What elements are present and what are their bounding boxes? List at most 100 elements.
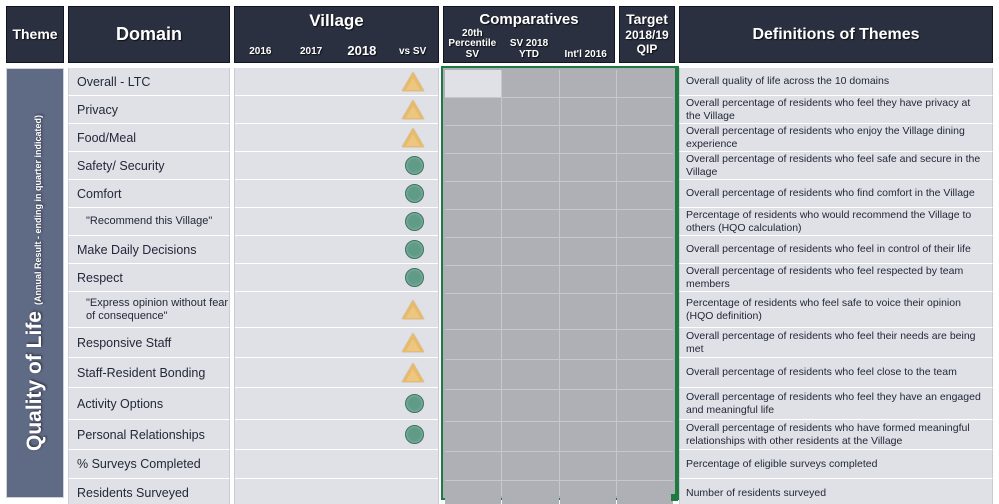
comparative-cell[interactable]	[502, 452, 559, 481]
village-cell[interactable]	[235, 358, 438, 388]
comparative-cell[interactable]	[616, 452, 673, 481]
header-target[interactable]: Target 2018/19 QIP	[619, 6, 675, 63]
definition-cell[interactable]: Overall percentage of residents who feel…	[679, 236, 993, 264]
comparative-cell[interactable]	[616, 210, 673, 238]
header-village-2018[interactable]: 2018	[337, 43, 388, 62]
village-cell[interactable]	[235, 68, 438, 96]
header-domain[interactable]: Domain	[68, 6, 230, 63]
village-cell[interactable]	[235, 264, 438, 292]
comparative-cell[interactable]	[559, 126, 616, 154]
comparative-cell[interactable]	[559, 481, 616, 504]
comparative-cell[interactable]	[616, 98, 673, 126]
definition-cell[interactable]: Overall percentage of residents who feel…	[679, 264, 993, 292]
comparative-cell[interactable]	[616, 390, 673, 422]
comparatives-target-selection[interactable]	[441, 66, 678, 504]
comparative-cell[interactable]	[502, 481, 559, 504]
village-cell[interactable]	[235, 388, 438, 420]
header-theme[interactable]: Theme	[6, 6, 64, 63]
comparative-cell[interactable]	[445, 360, 502, 390]
header-village-2016[interactable]: 2016	[235, 46, 286, 62]
definition-cell[interactable]: Overall percentage of residents who feel…	[679, 388, 993, 420]
domain-cell[interactable]: Safety/ Security	[68, 152, 230, 180]
comparative-cell[interactable]	[502, 70, 559, 98]
comparative-cell[interactable]	[445, 154, 502, 182]
domain-cell[interactable]: Respect	[68, 264, 230, 292]
comparative-cell[interactable]	[502, 238, 559, 266]
definition-cell[interactable]: Number of residents surveyed	[679, 479, 993, 504]
comparative-cell[interactable]	[616, 238, 673, 266]
comparative-cell[interactable]	[502, 266, 559, 294]
comparative-cell[interactable]	[445, 70, 502, 98]
header-comp-intl-2016[interactable]: Int'l 2016	[557, 49, 614, 65]
domain-cell[interactable]: Privacy	[68, 96, 230, 124]
comparative-cell[interactable]	[559, 422, 616, 452]
village-cell[interactable]	[235, 124, 438, 152]
comparative-cell[interactable]	[502, 390, 559, 422]
comparative-cell[interactable]	[445, 422, 502, 452]
header-village[interactable]: Village 2016 2017 2018 vs SV	[234, 6, 439, 63]
header-comp-20th-percentile-sv[interactable]: 20th Percentile SV	[444, 28, 501, 65]
domain-cell[interactable]: Make Daily Decisions	[68, 236, 230, 264]
comparative-cell[interactable]	[616, 154, 673, 182]
comparative-cell[interactable]	[616, 422, 673, 452]
village-cell[interactable]	[235, 450, 438, 479]
definition-cell[interactable]: Percentage of eligible surveys completed	[679, 450, 993, 479]
comparative-cell[interactable]	[502, 126, 559, 154]
definition-cell[interactable]: Overall percentage of residents who find…	[679, 180, 993, 208]
definition-cell[interactable]: Percentage of residents who feel safe to…	[679, 292, 993, 328]
village-cell[interactable]	[235, 208, 438, 236]
village-cell[interactable]	[235, 479, 438, 504]
domain-cell[interactable]: % Surveys Completed	[68, 450, 230, 479]
comparative-cell[interactable]	[616, 360, 673, 390]
definition-cell[interactable]: Overall quality of life across the 10 do…	[679, 68, 993, 96]
domain-cell[interactable]: "Recommend this Village"	[68, 208, 230, 236]
comparative-cell[interactable]	[559, 266, 616, 294]
header-village-2017[interactable]: 2017	[286, 46, 337, 62]
comparative-cell[interactable]	[445, 390, 502, 422]
comparative-cell[interactable]	[616, 266, 673, 294]
header-definitions[interactable]: Definitions of Themes	[679, 6, 993, 63]
comparative-cell[interactable]	[445, 294, 502, 330]
comparative-cell[interactable]	[559, 452, 616, 481]
domain-cell[interactable]: Food/Meal	[68, 124, 230, 152]
domain-cell[interactable]: Staff-Resident Bonding	[68, 358, 230, 388]
comparative-cell[interactable]	[559, 390, 616, 422]
domain-cell[interactable]: "Express opinion without fear of consequ…	[68, 292, 230, 328]
domain-cell[interactable]: Residents Surveyed	[68, 479, 230, 504]
comparative-cell[interactable]	[445, 182, 502, 210]
domain-cell[interactable]: Responsive Staff	[68, 328, 230, 358]
village-cell[interactable]	[235, 328, 438, 358]
comparative-cell[interactable]	[502, 182, 559, 210]
definition-cell[interactable]: Overall percentage of residents who enjo…	[679, 124, 993, 152]
comparative-cell[interactable]	[616, 481, 673, 504]
comparative-cell[interactable]	[559, 98, 616, 126]
comparative-cell[interactable]	[559, 330, 616, 360]
comparative-cell[interactable]	[616, 126, 673, 154]
comparative-cell[interactable]	[445, 330, 502, 360]
comparative-cell[interactable]	[559, 182, 616, 210]
comparative-cell[interactable]	[445, 481, 502, 504]
comparative-cell[interactable]	[502, 294, 559, 330]
village-cell[interactable]	[235, 420, 438, 450]
header-village-vs-sv[interactable]: vs SV	[387, 46, 438, 62]
comparative-cell[interactable]	[616, 330, 673, 360]
comparative-cell[interactable]	[559, 70, 616, 98]
definition-cell[interactable]: Overall percentage of residents who feel…	[679, 152, 993, 180]
comparative-cell[interactable]	[502, 98, 559, 126]
village-cell[interactable]	[235, 96, 438, 124]
village-cell[interactable]	[235, 180, 438, 208]
comparative-cell[interactable]	[559, 360, 616, 390]
definition-cell[interactable]: Overall percentage of residents who feel…	[679, 328, 993, 358]
comparative-cell[interactable]	[559, 154, 616, 182]
comparative-cell[interactable]	[616, 294, 673, 330]
comparative-cell[interactable]	[559, 238, 616, 266]
domain-cell[interactable]: Overall - LTC	[68, 68, 230, 96]
definition-cell[interactable]: Overall percentage of residents who feel…	[679, 358, 993, 388]
comparative-cell[interactable]	[559, 210, 616, 238]
comparative-cell[interactable]	[502, 360, 559, 390]
comparative-cell[interactable]	[445, 452, 502, 481]
comparative-cell[interactable]	[502, 210, 559, 238]
village-cell[interactable]	[235, 292, 438, 328]
comparative-cell[interactable]	[502, 422, 559, 452]
definition-cell[interactable]: Overall percentage of residents who feel…	[679, 96, 993, 124]
